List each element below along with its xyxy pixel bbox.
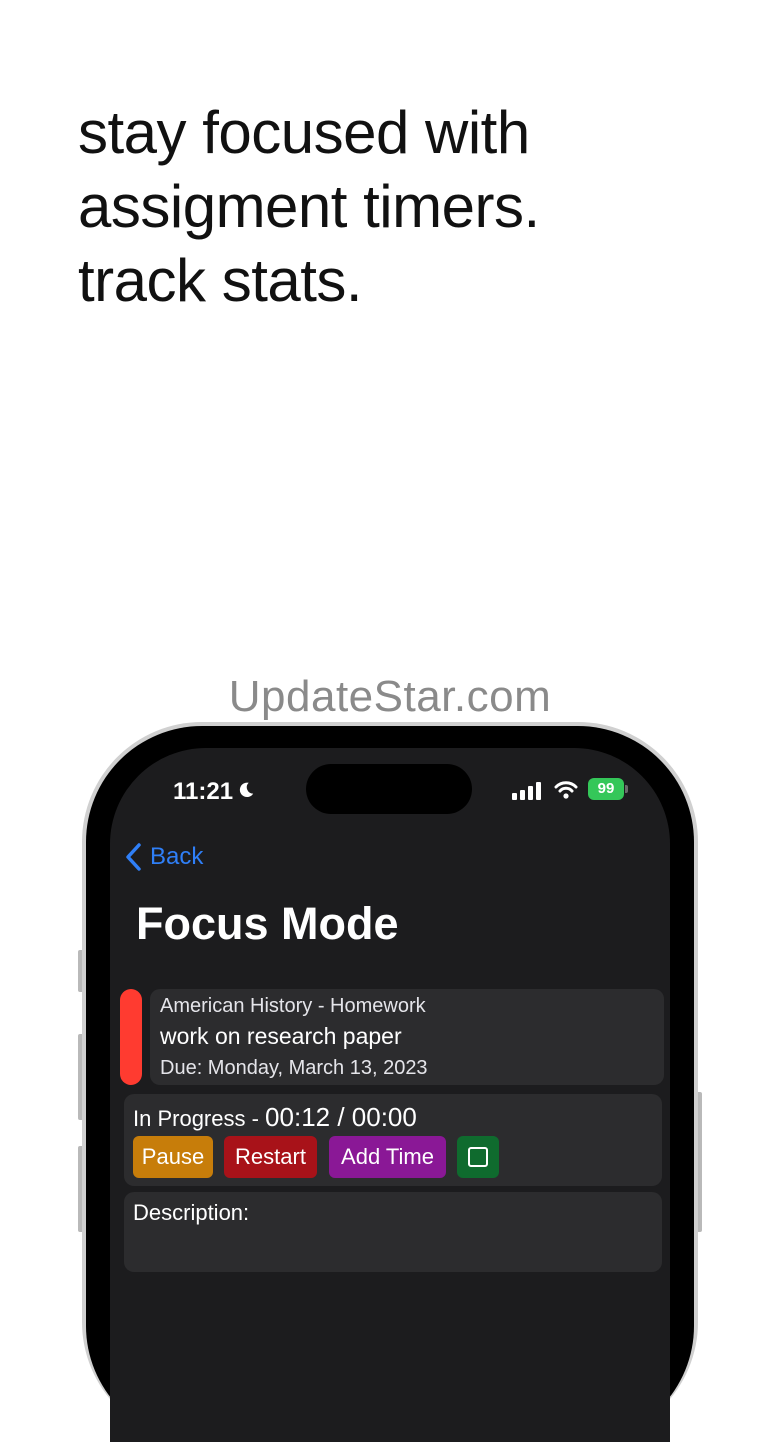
phone-screen: 11:21 99 Back Focus Mode American Histor… <box>110 748 670 1442</box>
phone-bezel: 11:21 99 Back Focus Mode American Histor… <box>86 726 694 1442</box>
timer-status: In Progress - 00:12 / 00:00 <box>133 1102 417 1133</box>
chevron-left-icon <box>126 843 141 871</box>
back-button[interactable]: Back <box>124 842 203 872</box>
course-label: American History - Homework <box>160 995 426 1017</box>
due-date: Due: Monday, March 13, 2023 <box>160 1057 428 1079</box>
restart-button[interactable]: Restart <box>224 1136 317 1178</box>
complete-checkbox-button[interactable] <box>457 1136 499 1178</box>
dynamic-island <box>306 764 472 814</box>
back-label: Back <box>150 843 204 870</box>
headline-line-2: assigment timers. <box>78 173 540 240</box>
battery-icon: 99 <box>588 778 624 800</box>
signal-icon <box>512 782 541 800</box>
headline: stay focused with assigment timers. trac… <box>78 96 540 318</box>
headline-line-3: track stats. <box>78 247 363 314</box>
watermark: UpdateStar.com <box>228 672 552 721</box>
phone-frame: 11:21 99 Back Focus Mode American Histor… <box>82 722 698 1442</box>
wifi-icon <box>554 781 578 799</box>
page-title: Focus Mode <box>136 898 399 949</box>
task-title: work on research paper <box>160 1023 402 1049</box>
checkbox-icon <box>468 1147 488 1167</box>
headline-line-1: stay focused with <box>78 99 530 166</box>
timer-clock: 00:12 / 00:00 <box>265 1102 417 1132</box>
description-label: Description: <box>133 1200 250 1225</box>
assignment-card[interactable]: American History - Homework work on rese… <box>150 989 664 1085</box>
add-time-button[interactable]: Add Time <box>329 1136 446 1178</box>
battery-level: 99 <box>597 780 615 797</box>
timer-status-label: In Progress - <box>133 1106 266 1131</box>
pause-button[interactable]: Pause <box>133 1136 213 1178</box>
timer-card: In Progress - 00:12 / 00:00 Pause Restar… <box>124 1094 662 1186</box>
status-time: 11:21 <box>173 778 234 805</box>
course-color-strip <box>120 989 142 1085</box>
description-card[interactable]: Description: <box>124 1192 662 1272</box>
moon-icon <box>239 782 254 798</box>
battery-cap <box>625 785 628 793</box>
